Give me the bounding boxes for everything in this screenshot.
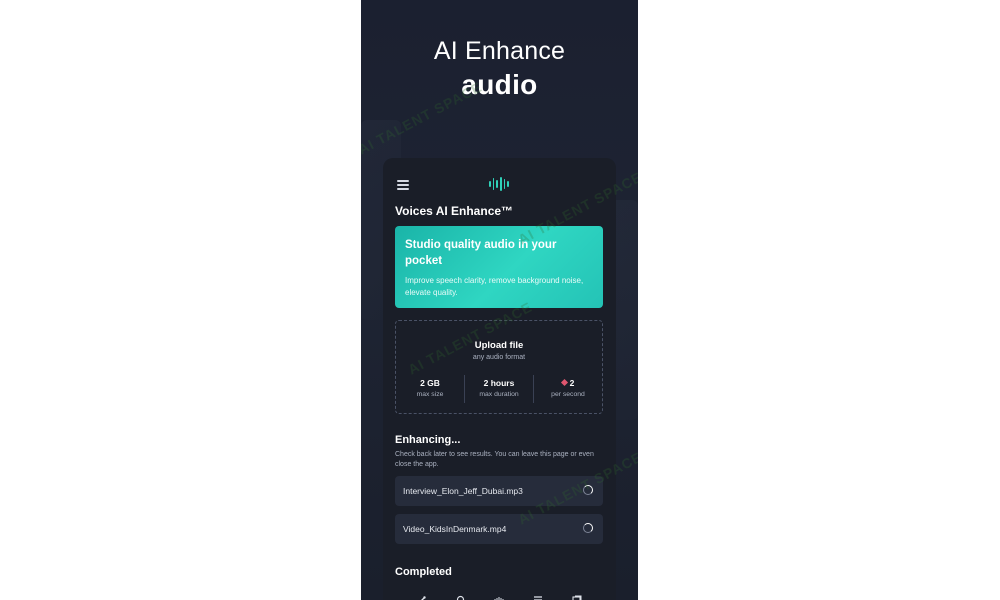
limit-label: per second (551, 391, 585, 398)
file-name: Interview_Elon_Jeff_Dubai.mp3 (403, 486, 523, 496)
upload-limits: 2 GB max size 2 hours max duration 2 per… (396, 375, 602, 403)
limit-rate: 2 per second (533, 375, 602, 403)
enhancing-description: Check back later to see results. You can… (395, 451, 594, 468)
spinner-icon (583, 523, 593, 533)
file-name: Video_KidsInDenmark.mp4 (403, 524, 507, 534)
bottom-nav (383, 592, 616, 600)
menu-icon[interactable] (397, 180, 409, 190)
limit-size: 2 GB max size (396, 375, 464, 403)
limit-value: 2 GB (420, 378, 440, 388)
nav-enhance-icon[interactable] (417, 595, 427, 600)
limit-value: 2 hours (483, 378, 515, 388)
upload-title: Upload file (474, 340, 524, 351)
waveform-logo-icon (489, 176, 510, 192)
enhancing-title: Enhancing... (395, 434, 461, 446)
phone-screen: Voices AI Enhance™ Studio quality audio … (383, 158, 616, 600)
hero-heading: AI Enhance audio (361, 34, 638, 102)
file-item[interactable]: Video_KidsInDenmark.mp4 (395, 514, 603, 544)
nav-audio-icon[interactable] (494, 595, 504, 600)
limit-duration: 2 hours max duration (464, 375, 533, 403)
completed-title: Completed (395, 566, 452, 578)
hero-line2: audio (461, 69, 538, 100)
limit-value: 2 (569, 378, 575, 388)
nav-list-icon[interactable] (533, 595, 543, 600)
nav-search-icon[interactable] (456, 595, 466, 600)
app-stage: AI Enhance audio Voices AI Enhance™ Stud… (361, 0, 638, 600)
file-item[interactable]: Interview_Elon_Jeff_Dubai.mp3 (395, 476, 603, 506)
nav-library-icon[interactable] (572, 595, 582, 600)
upload-dropzone[interactable]: Upload file any audio format 2 GB max si… (395, 320, 603, 414)
hero-line1: AI Enhance (433, 37, 566, 65)
promo-description: Improve speech clarity, remove backgroun… (405, 276, 584, 297)
page-title: Voices AI Enhance™ (395, 204, 514, 218)
promo-card: Studio quality audio in your pocket Impr… (395, 226, 603, 308)
diamond-icon (560, 378, 568, 387)
spinner-icon (583, 485, 593, 495)
limit-value-wrap: 2 (534, 378, 602, 388)
upload-subtitle: any audio format (472, 354, 526, 361)
limit-label: max size (416, 391, 444, 398)
limit-label: max duration (479, 391, 519, 398)
promo-title: Studio quality audio in your pocket (405, 239, 557, 267)
top-bar (383, 176, 616, 194)
